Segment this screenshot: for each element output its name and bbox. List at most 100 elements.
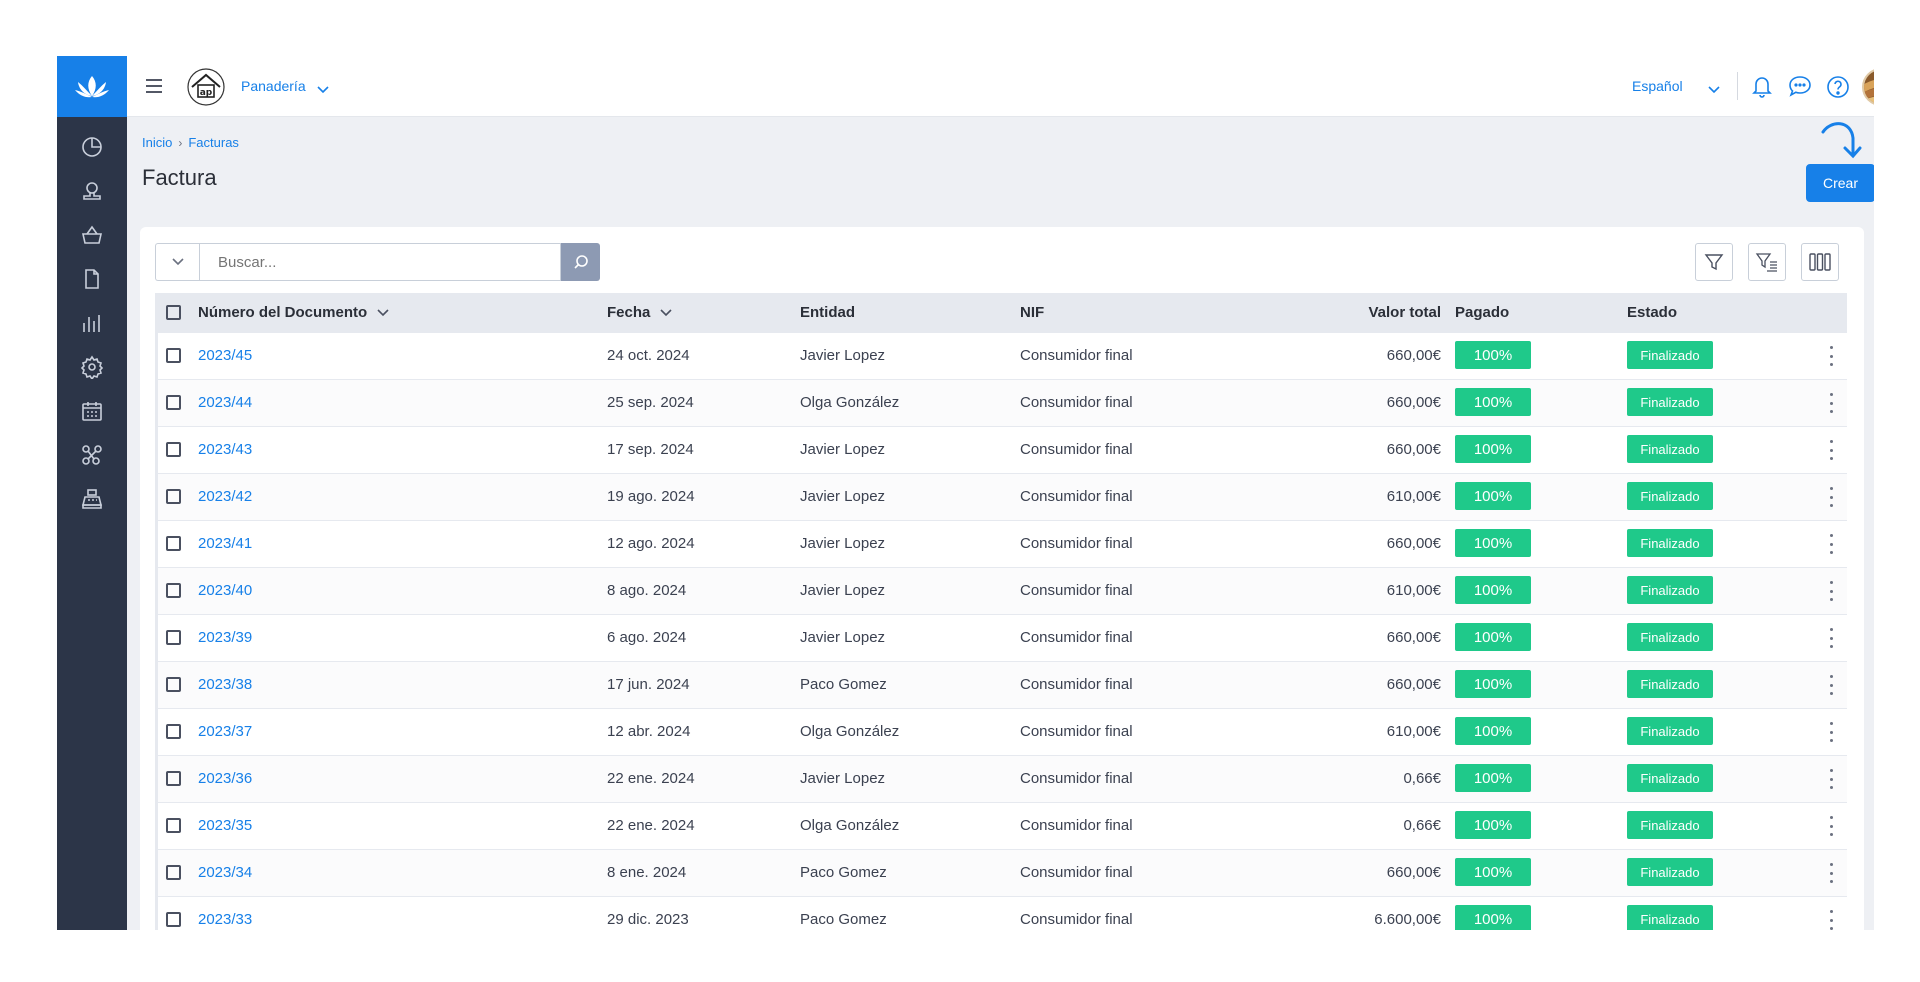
dashboard-icon[interactable]: [57, 125, 127, 169]
app-logo[interactable]: [57, 56, 127, 117]
lotus-logo-icon: [75, 75, 109, 97]
company-logo: ap: [186, 67, 226, 107]
app-window: ap Panadería Español Inicio › Facturas F…: [57, 56, 1874, 930]
row-more-icon[interactable]: [1824, 391, 1838, 415]
create-button[interactable]: Crear: [1806, 164, 1874, 202]
row-more-icon[interactable]: [1824, 579, 1838, 603]
reports-icon[interactable]: [57, 301, 127, 345]
table-row[interactable]: 2023/40 8 ago. 2024 Javier Lopez Consumidor…: [155, 568, 1847, 615]
row-more-icon[interactable]: [1824, 673, 1838, 697]
breadcrumb-home[interactable]: Inicio: [142, 135, 172, 150]
paid-badge: 100%: [1455, 811, 1531, 839]
row-checkbox[interactable]: [166, 442, 181, 457]
cash-register-icon[interactable]: [57, 477, 127, 521]
row-checkbox[interactable]: [166, 771, 181, 786]
row-more-icon[interactable]: [1824, 814, 1838, 838]
total-cell: 660,00€: [1386, 347, 1441, 364]
row-more-icon[interactable]: [1824, 767, 1838, 791]
row-checkbox[interactable]: [166, 865, 181, 880]
basket-icon[interactable]: [57, 213, 127, 257]
help-icon[interactable]: [1825, 74, 1851, 105]
breadcrumb-invoices[interactable]: Facturas: [188, 135, 239, 150]
entity-cell: Javier Lopez: [800, 582, 886, 599]
language-label: Español: [1632, 78, 1683, 94]
column-date[interactable]: Fecha: [607, 304, 672, 321]
chevron-down-icon[interactable]: [1708, 81, 1720, 99]
column-number[interactable]: Número del Documento: [198, 304, 389, 321]
table-row[interactable]: 2023/43 17 sep. 2024 Javier Lopez Consumido…: [155, 427, 1847, 474]
row-checkbox[interactable]: [166, 677, 181, 692]
invoices-card: Número del Documento Fecha Entidad NIF V…: [140, 227, 1864, 930]
avatar[interactable]: [1862, 68, 1874, 106]
advanced-filter-button[interactable]: [1748, 243, 1786, 281]
row-checkbox[interactable]: [166, 536, 181, 551]
table-row[interactable]: 2023/36 22 ene. 2024 Javier Lopez Consumido…: [155, 756, 1847, 803]
document-icon[interactable]: [57, 257, 127, 301]
row-checkbox[interactable]: [166, 583, 181, 598]
paid-badge: 100%: [1455, 764, 1531, 792]
columns-button[interactable]: [1801, 243, 1839, 281]
paid-badge: 100%: [1455, 858, 1531, 886]
table-row[interactable]: 2023/42 19 ago. 2024 Javier Lopez Consumido…: [155, 474, 1847, 521]
bell-icon[interactable]: [1750, 73, 1774, 104]
row-checkbox[interactable]: [166, 395, 181, 410]
row-checkbox[interactable]: [166, 818, 181, 833]
select-all-checkbox[interactable]: [166, 305, 181, 320]
calendar-icon[interactable]: [57, 389, 127, 433]
language-selector[interactable]: Español: [1632, 78, 1683, 94]
table-row[interactable]: 2023/37 12 abr. 2024 Olga González Consumid…: [155, 709, 1847, 756]
search-input[interactable]: [199, 243, 561, 281]
entity-cell: Javier Lopez: [800, 770, 886, 787]
table-row[interactable]: 2023/41 12 ago. 2024 Javier Lopez Consumido…: [155, 521, 1847, 568]
document-number-link[interactable]: 2023/36: [198, 770, 252, 787]
document-number-link[interactable]: 2023/39: [198, 629, 252, 646]
table-row[interactable]: 2023/38 17 jun. 2024 Paco Gomez Consumidor …: [155, 662, 1847, 709]
row-more-icon[interactable]: [1824, 861, 1838, 885]
table-row[interactable]: 2023/35 22 ene. 2024 Olga González Consumid…: [155, 803, 1847, 850]
table-row[interactable]: 2023/33 29 dic. 2023 Paco Gomez Consumidor …: [155, 897, 1847, 930]
contacts-icon[interactable]: [57, 169, 127, 213]
row-more-icon[interactable]: [1824, 344, 1838, 368]
row-more-icon[interactable]: [1824, 438, 1838, 462]
document-number-link[interactable]: 2023/35: [198, 817, 252, 834]
table-header: Número del Documento Fecha Entidad NIF V…: [155, 293, 1847, 333]
search-scope-dropdown[interactable]: [155, 243, 199, 281]
row-more-icon[interactable]: [1824, 485, 1838, 509]
row-checkbox[interactable]: [166, 724, 181, 739]
settings-icon[interactable]: [57, 345, 127, 389]
document-number-link[interactable]: 2023/42: [198, 488, 252, 505]
chat-icon[interactable]: [1787, 74, 1813, 103]
table-row[interactable]: 2023/45 24 oct. 2024 Javier Lopez Consumido…: [155, 333, 1847, 380]
row-more-icon[interactable]: [1824, 626, 1838, 650]
document-number-link[interactable]: 2023/40: [198, 582, 252, 599]
search-button[interactable]: [561, 243, 600, 281]
document-number-link[interactable]: 2023/37: [198, 723, 252, 740]
document-number-link[interactable]: 2023/44: [198, 394, 252, 411]
document-number-link[interactable]: 2023/45: [198, 347, 252, 364]
status-badge: Finalizado: [1627, 482, 1713, 510]
table-row[interactable]: 2023/44 25 sep. 2024 Olga González Consumid…: [155, 380, 1847, 427]
document-number-link[interactable]: 2023/33: [198, 911, 252, 928]
document-number-link[interactable]: 2023/43: [198, 441, 252, 458]
table-row[interactable]: 2023/34 8 ene. 2024 Paco Gomez Consumidor f…: [155, 850, 1847, 897]
row-more-icon[interactable]: [1824, 532, 1838, 556]
document-number-link[interactable]: 2023/41: [198, 535, 252, 552]
integrations-icon[interactable]: [57, 433, 127, 477]
row-checkbox[interactable]: [166, 489, 181, 504]
row-more-icon[interactable]: [1824, 908, 1838, 930]
date-cell: 19 ago. 2024: [607, 488, 695, 505]
chevron-down-icon[interactable]: [317, 81, 329, 99]
document-number-link[interactable]: 2023/38: [198, 676, 252, 693]
total-cell: 6.600,00€: [1374, 911, 1441, 928]
row-more-icon[interactable]: [1824, 720, 1838, 744]
row-checkbox[interactable]: [166, 348, 181, 363]
table-row[interactable]: 2023/39 6 ago. 2024 Javier Lopez Consumidor…: [155, 615, 1847, 662]
date-cell: 22 ene. 2024: [607, 770, 695, 787]
document-number-link[interactable]: 2023/34: [198, 864, 252, 881]
row-checkbox[interactable]: [166, 630, 181, 645]
company-selector[interactable]: Panadería: [241, 78, 306, 94]
menu-icon[interactable]: [144, 77, 164, 100]
filter-button[interactable]: [1695, 243, 1733, 281]
entity-cell: Javier Lopez: [800, 629, 886, 646]
row-checkbox[interactable]: [166, 912, 181, 927]
